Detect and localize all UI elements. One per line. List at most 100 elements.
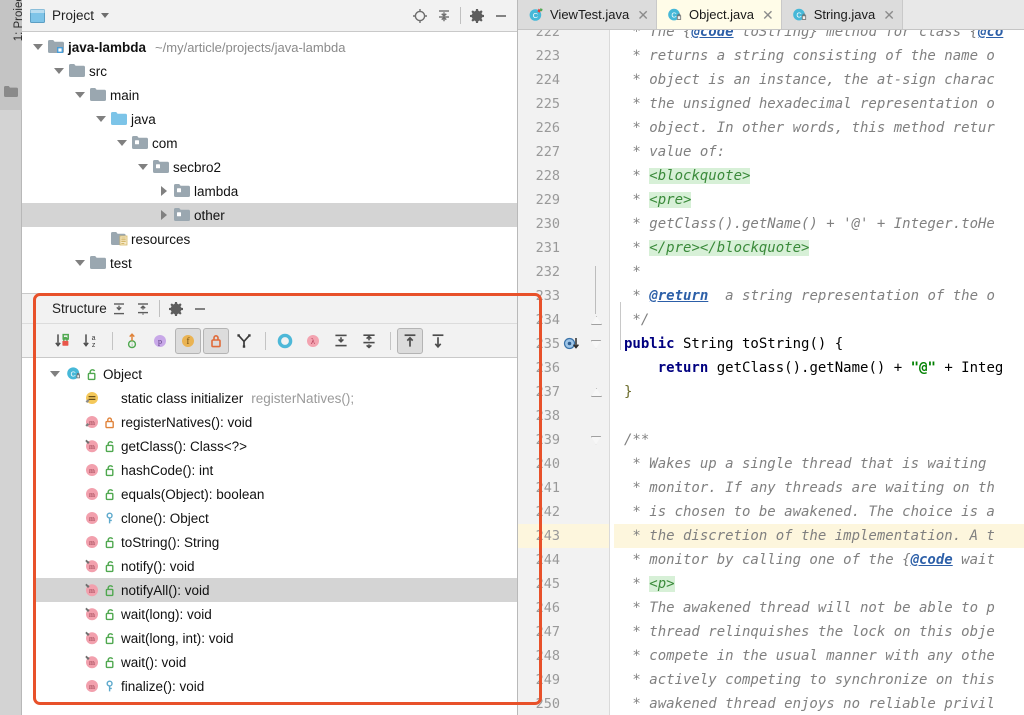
gutter-line[interactable]: 245 — [518, 572, 609, 596]
structure-tree-item[interactable]: mnotifyAll(): void — [36, 578, 517, 602]
code-line[interactable]: * actively competing to synchronize on t… — [614, 668, 1024, 692]
code-line[interactable]: * value of: — [614, 140, 1024, 164]
structure-tree-item[interactable]: mwait(long): void — [36, 602, 517, 626]
code-line[interactable]: */ — [614, 308, 1024, 332]
gutter-line[interactable]: 230 — [518, 212, 609, 236]
code-line[interactable]: * Wakes up a single thread that is waiti… — [614, 452, 1024, 476]
structure-tree-item[interactable]: mwait(long, int): void — [36, 626, 517, 650]
code-line[interactable]: * <blockquote> — [614, 164, 1024, 188]
chevron-down-icon[interactable] — [135, 155, 151, 179]
project-tree-item-secbro2[interactable]: secbro2 — [22, 155, 517, 179]
collapse-all-icon[interactable] — [356, 328, 382, 354]
code-line[interactable]: * object. In other words, this method re… — [614, 116, 1024, 140]
gutter-line[interactable]: 247 — [518, 620, 609, 644]
hide-icon[interactable] — [188, 297, 212, 321]
collapse-all-icon[interactable] — [432, 4, 456, 28]
gutter-line[interactable]: 242 — [518, 500, 609, 524]
project-tree-item-lambda[interactable]: lambda — [22, 179, 517, 203]
code-line[interactable]: * object is an instance, the at-sign cha… — [614, 68, 1024, 92]
gutter-line[interactable]: 227 — [518, 140, 609, 164]
code-line[interactable]: * </pre></blockquote> — [614, 236, 1024, 260]
structure-tree-item[interactable]: mclone(): Object — [36, 506, 517, 530]
project-tree-item-resources[interactable]: resources — [22, 227, 517, 251]
code-line[interactable]: * <pre> — [614, 188, 1024, 212]
gutter-line[interactable]: 248 — [518, 644, 609, 668]
fold-end-icon[interactable] — [584, 316, 608, 325]
chevron-down-icon[interactable] — [72, 83, 88, 107]
structure-tree[interactable]: CObjectstatic class initializerregisterN… — [36, 358, 517, 712]
project-tree[interactable]: java-lambda~/my/article/projects/java-la… — [22, 32, 517, 293]
hide-icon[interactable] — [489, 4, 513, 28]
structure-tree-item[interactable]: mregisterNatives(): void — [36, 410, 517, 434]
gear-icon[interactable] — [465, 4, 489, 28]
gutter-line[interactable]: 223 — [518, 44, 609, 68]
gutter-line[interactable]: 238 — [518, 404, 609, 428]
project-tree-item-java-lambda[interactable]: java-lambda~/my/article/projects/java-la… — [22, 35, 517, 59]
project-tree-item-test[interactable]: test — [22, 251, 517, 275]
code-line[interactable]: * awakened thread enjoys no reliable pri… — [614, 692, 1024, 715]
editor-tab-string-java[interactable]: CString.java✕ — [782, 0, 903, 29]
fold-end-icon[interactable] — [584, 388, 608, 397]
sort-alphabetically-icon[interactable]: az — [78, 328, 104, 354]
gutter-line[interactable]: 225 — [518, 92, 609, 116]
show-properties-icon[interactable]: p — [147, 328, 173, 354]
show-non-public-icon[interactable] — [203, 328, 229, 354]
chevron-down-icon[interactable] — [51, 59, 67, 83]
expand-all-icon[interactable] — [328, 328, 354, 354]
chevron-right-icon[interactable] — [156, 203, 172, 227]
structure-tree-item[interactable]: mfinalize(): void — [36, 674, 517, 698]
chevron-down-icon[interactable] — [46, 371, 64, 377]
show-inherited-icon[interactable]: i — [119, 328, 145, 354]
gutter-line[interactable]: 229 — [518, 188, 609, 212]
code-line[interactable]: * The awakened thread will not be able t… — [614, 596, 1024, 620]
code-line[interactable]: public String toString() { — [614, 332, 1024, 356]
chevron-down-icon[interactable] — [101, 13, 109, 18]
autoscroll-from-source-icon[interactable] — [425, 328, 451, 354]
gutter-line[interactable]: 222 — [518, 30, 609, 44]
implementing-method-icon[interactable] — [562, 336, 584, 352]
chevron-down-icon[interactable] — [72, 251, 88, 275]
code-line[interactable]: return getClass().getName() + "@" + Inte… — [614, 356, 1024, 380]
gutter-line[interactable]: 236 — [518, 356, 609, 380]
project-tree-item-other[interactable]: other — [22, 203, 517, 227]
chevron-down-icon[interactable] — [30, 35, 46, 59]
code-line[interactable]: * getClass().getName() + '@' + Integer.t… — [614, 212, 1024, 236]
gutter-line[interactable]: 249 — [518, 668, 609, 692]
structure-tree-item[interactable]: mwait(): void — [36, 650, 517, 674]
code-line[interactable]: * — [614, 260, 1024, 284]
chevron-right-icon[interactable] — [156, 179, 172, 203]
gutter-line[interactable]: 246 — [518, 596, 609, 620]
gutter-line[interactable]: 226 — [518, 116, 609, 140]
show-lambdas-icon[interactable]: λ — [300, 328, 326, 354]
code-line[interactable]: * @return a string representation of the… — [614, 284, 1024, 308]
project-tree-item-src[interactable]: src — [22, 59, 517, 83]
chevron-down-icon[interactable] — [93, 107, 109, 131]
close-icon[interactable]: ✕ — [637, 8, 649, 22]
gutter-line[interactable]: 241 — [518, 476, 609, 500]
gutter-line[interactable]: 231 — [518, 236, 609, 260]
close-icon[interactable]: ✕ — [883, 8, 895, 22]
structure-tree-item[interactable]: static class initializerregisterNatives(… — [36, 386, 517, 410]
fold-collapse-icon[interactable] — [584, 436, 608, 445]
editor-code[interactable]: * The {@code toString} method for class … — [610, 30, 1024, 715]
code-line[interactable]: * The {@code toString} method for class … — [614, 30, 1024, 44]
gutter-line[interactable]: 243 — [518, 524, 609, 548]
editor-tab-object-java[interactable]: CObject.java✕ — [657, 0, 782, 29]
close-icon[interactable]: ✕ — [762, 8, 774, 22]
code-line[interactable]: * monitor. If any threads are waiting on… — [614, 476, 1024, 500]
structure-tree-item[interactable]: mtoString(): String — [36, 530, 517, 554]
code-line[interactable]: * thread relinquishes the lock on this o… — [614, 620, 1024, 644]
project-tree-item-java[interactable]: java — [22, 107, 517, 131]
code-line[interactable]: * is chosen to be awakened. The choice i… — [614, 500, 1024, 524]
code-line[interactable] — [614, 404, 1024, 428]
gutter-line[interactable]: 240 — [518, 452, 609, 476]
code-line[interactable]: * compete in the usual manner with any o… — [614, 644, 1024, 668]
fold-collapse-icon[interactable] — [584, 340, 608, 349]
show-fields-icon[interactable]: f — [175, 328, 201, 354]
show-anonymous-classes-icon[interactable] — [231, 328, 257, 354]
editor-tab-viewtest-java[interactable]: CViewTest.java✕ — [518, 0, 657, 29]
locate-icon[interactable] — [408, 4, 432, 28]
sort-by-visibility-icon[interactable] — [50, 328, 76, 354]
structure-tree-item[interactable]: mhashCode(): int — [36, 458, 517, 482]
gutter-line[interactable]: 239 — [518, 428, 609, 452]
